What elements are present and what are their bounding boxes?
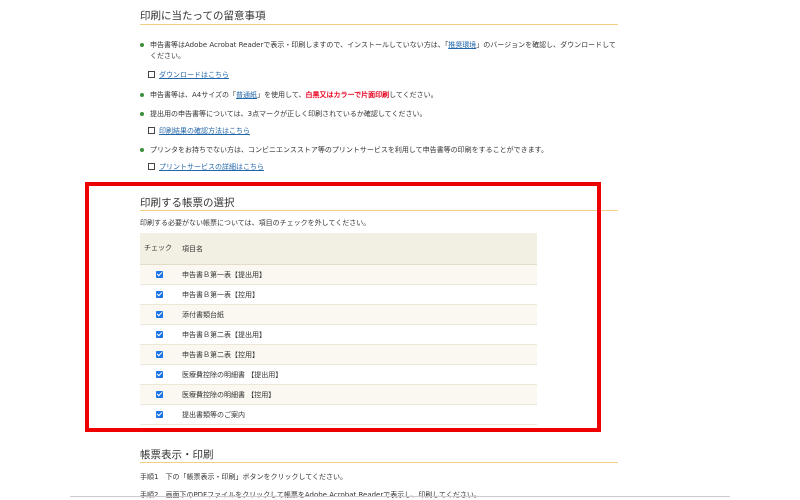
bullet-dot-icon bbox=[140, 43, 144, 47]
window-icon bbox=[148, 163, 155, 170]
print-service-link[interactable]: プリントサービスの詳細はこちら bbox=[148, 162, 264, 172]
step-1: 手順1 下の「帳票表示・印刷」ボタンをクリックしてください。 bbox=[140, 473, 348, 481]
section-divider bbox=[140, 462, 618, 463]
section-title-display-print: 帳票表示・印刷 bbox=[140, 449, 214, 461]
section-divider bbox=[140, 24, 618, 25]
step-2: 手順2 画面下のPDFファイルをクリックして帳票をAdobe Acrobat R… bbox=[140, 491, 481, 499]
section-title-print-notes: 印刷に当たっての留意事項 bbox=[140, 10, 266, 22]
plain-paper-link[interactable]: 普通紙 bbox=[236, 91, 257, 99]
recommended-env-link[interactable]: 推奨環境 bbox=[448, 41, 476, 49]
note-bullet-paper: 申告書等は、A4サイズの「普通紙」を使用して、白黒又はカラーで片面印刷してくださ… bbox=[140, 90, 618, 102]
window-icon bbox=[148, 127, 155, 134]
download-link[interactable]: ダウンロードはこちら bbox=[148, 70, 229, 80]
note-bullet-reader: 申告書等はAdobe Acrobat Readerで表示・印刷しますので、インス… bbox=[140, 40, 618, 64]
bullet-dot-icon bbox=[140, 148, 144, 152]
bullet-dot-icon bbox=[140, 112, 144, 116]
note-bullet-print-service: プリンタをお持ちでない方は、コンビニエンスストア等のプリントサービスを利用して申… bbox=[140, 145, 618, 157]
print-mode-warning: 白黒又はカラーで片面印刷 bbox=[305, 91, 390, 99]
highlight-box bbox=[85, 182, 601, 432]
window-icon bbox=[148, 71, 155, 78]
bullet-dot-icon bbox=[140, 93, 144, 97]
print-check-link[interactable]: 印刷結果の確認方法はこちら bbox=[148, 126, 250, 136]
page-bottom-divider bbox=[70, 496, 730, 497]
note-bullet-marks: 提出用の申告書等については、3点マークが正しく印刷されているか確認してください。 bbox=[140, 109, 618, 121]
